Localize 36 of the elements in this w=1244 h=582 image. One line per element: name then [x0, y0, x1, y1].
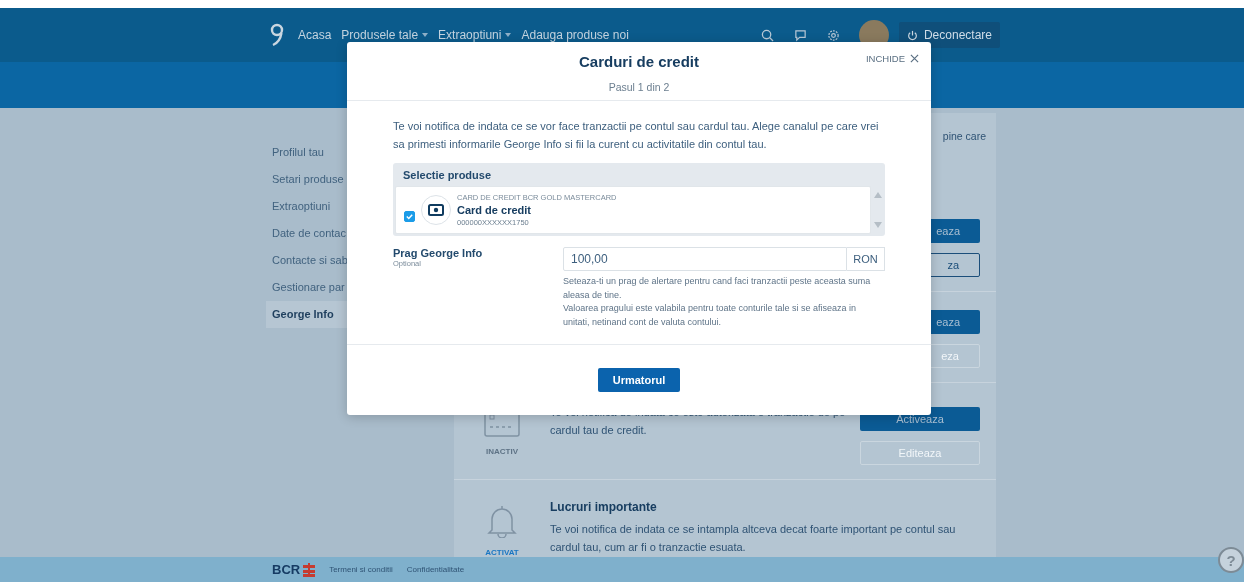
intro-text: Te voi notifica de indata ce se vor face tranzactii pe contul sau cardul tau. Alege canalul pe care vrei sa primesti informarile George Info si fii la curent cu activitatile din contul tau.: [393, 119, 880, 152]
card-title: Lucruri importante: [550, 500, 658, 514]
help-text: Valoarea pragului este valabila pentru toate conturile tale si se afiseaza in unitati, netinand cont de valuta contului.: [563, 302, 857, 329]
search-icon[interactable]: [760, 28, 774, 42]
currency-label: RON: [847, 247, 885, 271]
card-description: Te voi notifica de indata ce se intampla altceva decat foarte important pe contul sau cardul tau, cum ar fi o tranzactie esuata.: [550, 522, 957, 555]
caret-icon: [505, 33, 512, 37]
nav-link[interactable]: Extraoptiuni: [438, 28, 512, 42]
bank-logo-icon: [303, 562, 316, 577]
close-icon: [910, 54, 919, 63]
amount-field[interactable]: 100,00: [563, 247, 847, 271]
close-button[interactable]: INCHIDE: [865, 53, 919, 64]
section-title: Selectie produse: [402, 168, 493, 183]
next-button[interactable]: Urmatorul: [597, 368, 681, 392]
logout-button[interactable]: Deconectare: [898, 22, 1000, 48]
power-icon: [906, 29, 918, 41]
card-description: pine care: [941, 129, 986, 144]
caret-icon: [422, 33, 429, 37]
chat-icon[interactable]: [793, 28, 807, 42]
modal-title: Carduri de credit: [579, 53, 699, 70]
nav-link[interactable]: Produsele tale: [341, 28, 429, 42]
help-text: Seteaza-ti un prag de alertare pentru cand faci tranzactii peste aceasta suma aleasa de tine.: [563, 275, 872, 302]
footer-link[interactable]: Termeni si conditii: [329, 565, 393, 574]
bell-icon: [486, 504, 518, 538]
nav-link[interactable]: Acasa: [298, 28, 332, 42]
settings-icon[interactable]: [826, 28, 840, 42]
nav-link[interactable]: Adauga produse noi: [521, 28, 629, 42]
field-label: Prag George Info: [393, 247, 484, 259]
checkbox[interactable]: [404, 210, 415, 222]
footer-link[interactable]: Confidentialitate: [406, 565, 465, 574]
product-name: Card de credit: [457, 204, 532, 216]
logo-icon[interactable]: [270, 23, 284, 47]
status-label: ACTIVAT: [485, 548, 519, 557]
status-label: INACTIV: [486, 447, 518, 456]
brand-logo[interactable]: BCR: [272, 562, 316, 577]
step-indicator: Pasul 1 din 2: [607, 81, 671, 93]
